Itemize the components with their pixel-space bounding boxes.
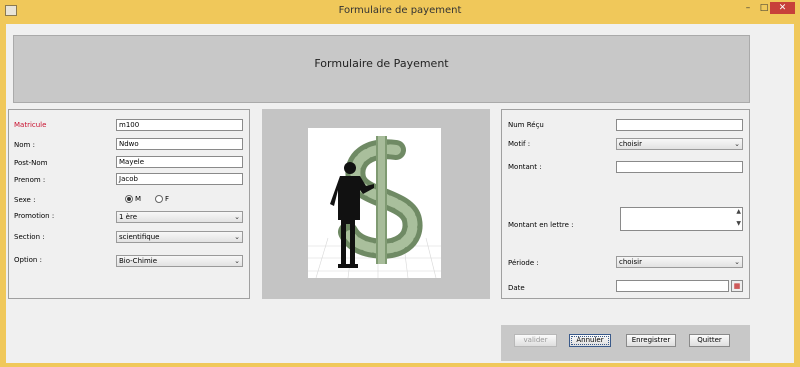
- window-title: Formulaire de payement: [338, 5, 462, 16]
- annuler-button[interactable]: Annuler: [569, 334, 611, 347]
- close-button[interactable]: ✕: [770, 2, 795, 14]
- motif-label: Motif :: [508, 140, 531, 148]
- sexe-m-radio[interactable]: [125, 195, 133, 203]
- calendar-icon[interactable]: ▦: [731, 280, 743, 292]
- window-titlebar: Formulaire de payement – □ ✕: [0, 0, 800, 24]
- periode-value: choisir: [619, 258, 642, 266]
- nom-label: Nom :: [14, 141, 35, 149]
- section-value: scientifique: [119, 233, 160, 241]
- quitter-button[interactable]: Quitter: [689, 334, 730, 347]
- option-value: Bio-Chimie: [119, 257, 158, 265]
- chevron-down-icon: ⌄: [734, 258, 740, 266]
- scroll-down-icon[interactable]: ▼: [736, 220, 741, 227]
- date-label: Date: [508, 284, 525, 292]
- window-frame-right: [794, 24, 800, 367]
- chevron-down-icon: ⌄: [734, 140, 740, 148]
- promotion-label: Promotion :: [14, 212, 55, 220]
- page-title: Formulaire de Payement: [314, 57, 449, 70]
- businessman-dollar-image: [308, 128, 441, 278]
- num-recu-label: Num Réçu: [508, 121, 544, 129]
- section-select[interactable]: scientifique ⌄: [116, 231, 243, 243]
- sexe-f-radio[interactable]: [155, 195, 163, 203]
- periode-label: Période :: [508, 259, 539, 267]
- maximize-button[interactable]: □: [758, 2, 770, 14]
- minimize-button[interactable]: –: [742, 2, 754, 14]
- num-recu-field[interactable]: [616, 119, 743, 131]
- promotion-value: 1 ère: [119, 213, 138, 221]
- businessman-dollar-illustration: [308, 128, 441, 278]
- motif-select[interactable]: choisir ⌄: [616, 138, 743, 150]
- montant-lettre-textarea[interactable]: ▲ ▼: [620, 207, 743, 231]
- header-panel: Formulaire de Payement: [13, 35, 750, 103]
- sexe-label: Sexe :: [14, 196, 36, 204]
- prenom-label: Prenom :: [14, 176, 46, 184]
- montant-label: Montant :: [508, 163, 542, 171]
- chevron-down-icon: ⌄: [234, 213, 240, 221]
- enregistrer-button[interactable]: Enregistrer: [626, 334, 676, 347]
- prenom-field[interactable]: Jacob: [116, 173, 243, 185]
- periode-select[interactable]: choisir ⌄: [616, 256, 743, 268]
- window-frame-bottom: [0, 363, 800, 367]
- section-label: Section :: [14, 233, 45, 241]
- post-nom-label: Post-Nom: [14, 159, 48, 167]
- montant-lettre-label: Montant en lettre :: [508, 221, 574, 229]
- option-select[interactable]: Bio-Chimie ⌄: [116, 255, 243, 267]
- window-frame-left: [0, 24, 6, 367]
- scroll-up-icon[interactable]: ▲: [736, 208, 741, 215]
- montant-field[interactable]: [616, 161, 743, 173]
- sexe-m-label: M: [135, 195, 142, 203]
- image-panel: [262, 109, 490, 299]
- chevron-down-icon: ⌄: [234, 257, 240, 265]
- matricule-field[interactable]: m100: [116, 119, 243, 131]
- chevron-down-icon: ⌄: [234, 233, 240, 241]
- payment-info-panel: Num Réçu Motif : choisir ⌄ Montant : Mon…: [501, 109, 750, 299]
- sexe-f-label: F: [165, 195, 170, 203]
- student-info-panel: Matricule m100 Nom : Ndwo Post-Nom Mayel…: [8, 109, 250, 299]
- motif-value: choisir: [619, 140, 642, 148]
- option-label: Option :: [14, 256, 42, 264]
- matricule-label: Matricule: [14, 121, 47, 129]
- nom-field[interactable]: Ndwo: [116, 138, 243, 150]
- post-nom-field[interactable]: Mayele: [116, 156, 243, 168]
- date-field[interactable]: [616, 280, 729, 292]
- valider-button[interactable]: valider: [514, 334, 557, 347]
- promotion-select[interactable]: 1 ère ⌄: [116, 211, 243, 223]
